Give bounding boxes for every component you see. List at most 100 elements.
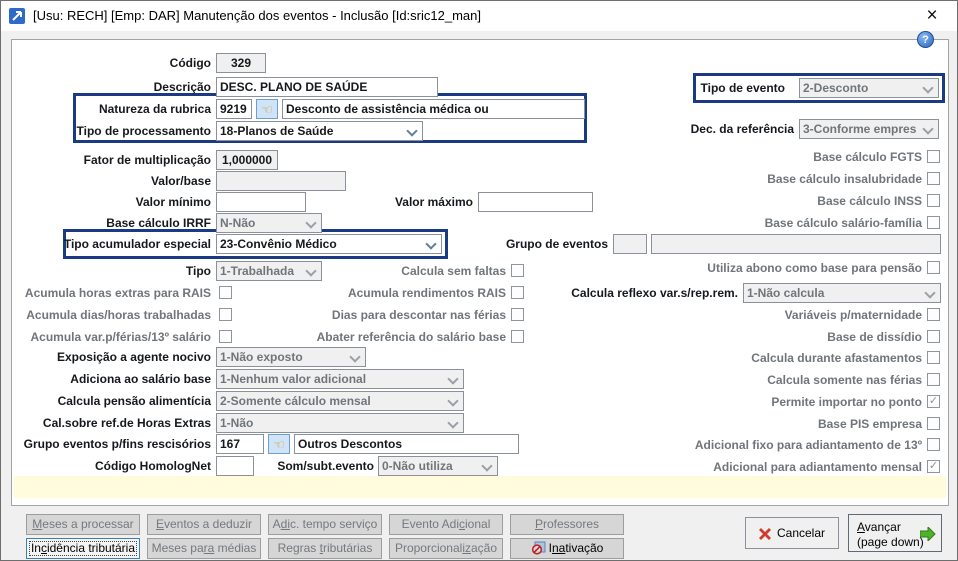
grupo-rescisorios-code-field[interactable]: 167: [216, 434, 264, 454]
chevron-down-icon: [305, 217, 317, 229]
tab-evento-adicional: Evento Adicional: [389, 514, 503, 535]
checkbox-utiliza-abono[interactable]: [927, 261, 940, 274]
checkbox-acumula-rend-rais[interactable]: [511, 286, 524, 299]
abater-referencia-label: Abater referência do salário base: [316, 330, 506, 344]
checkbox-base-pis[interactable]: [927, 417, 940, 430]
valor-minimo-field[interactable]: [216, 192, 306, 212]
cancel-button[interactable]: Cancelar: [745, 517, 839, 549]
checkbox-variaveis-maternidade[interactable]: [927, 308, 940, 321]
adicional-mensal-label: Adicional para adiantamento mensal: [713, 460, 922, 474]
base-irrf-label: Base cálculo IRRF: [106, 216, 211, 230]
grupo-rescisorios-description-field: Outros Descontos: [294, 434, 519, 454]
cancel-label: Cancelar: [776, 526, 826, 540]
title-bar: [Usu: RECH] [Emp: DAR] Manutenção dos ev…: [1, 1, 957, 31]
checkbox-base-inss[interactable]: [927, 194, 940, 207]
natureza-description-field: Desconto de assistência médica ou: [282, 99, 585, 119]
descricao-field[interactable]: DESC. PLANO DE SAÚDE: [216, 77, 438, 97]
checkbox-calcula-somente-ferias[interactable]: [927, 373, 940, 386]
tab-proporcionalizacao: Proporcionalização: [389, 538, 503, 559]
valor-minimo-label: Valor mínimo: [135, 195, 211, 209]
close-icon[interactable]: ×: [919, 3, 945, 29]
tab-eventos-a-deduzir: Eventos a deduzir: [147, 514, 261, 535]
note-strip: [14, 476, 946, 498]
advance-button[interactable]: Avançar (page down): [848, 514, 942, 552]
grupo-eventos-label: Grupo de eventos: [505, 237, 608, 251]
tab-regras-tributarias: Regras tributárias: [268, 538, 382, 559]
chevron-down-icon: [447, 373, 459, 385]
descricao-label: Descrição: [153, 80, 211, 94]
app-icon: [9, 8, 25, 24]
checkbox-base-fgts[interactable]: [927, 150, 940, 163]
tab-inativacao[interactable]: Inativação: [510, 538, 624, 559]
hand-icon: ☜: [273, 436, 285, 452]
checkbox-acumula-var-ferias[interactable]: [219, 330, 232, 343]
tipo-processamento-label: Tipo de processamento: [76, 124, 211, 138]
codigo-label: Código: [169, 56, 211, 70]
som-subt-select: 0-Não utiliza: [378, 456, 498, 476]
advance-arrow-icon: [920, 527, 936, 541]
checkbox-adicional-fixo-13[interactable]: [927, 438, 940, 451]
tab-professores: Professores: [510, 514, 624, 535]
utiliza-abono-label: Utiliza abono como base para pensão: [707, 261, 922, 275]
dias-descontar-label: Dias para descontar nas férias: [331, 308, 506, 322]
calcula-sem-faltas-label: Calcula sem faltas: [401, 264, 506, 278]
natureza-code-field[interactable]: 9219: [216, 99, 252, 119]
inactivation-icon: [531, 541, 546, 555]
checkbox-acumula-he-rais[interactable]: [219, 286, 232, 299]
exposicao-label: Exposição a agente nocivo: [56, 350, 211, 364]
natureza-label: Natureza da rubrica: [98, 102, 211, 116]
tipo-acumulador-select[interactable]: 23-Convênio Médico: [216, 234, 442, 254]
cal-horas-extras-select: 1-Não: [216, 413, 464, 433]
tipo-processamento-select[interactable]: 18-Planos de Saúde: [216, 121, 423, 141]
checkbox-acumula-dias[interactable]: [219, 308, 232, 321]
chevron-down-icon: [349, 351, 361, 363]
base-inss-label: Base cálculo INSS: [817, 194, 922, 208]
adiciona-salario-label: Adiciona ao salário base: [70, 372, 211, 386]
grupo-rescisorios-lookup-button[interactable]: ☜: [268, 434, 290, 454]
calcula-reflexo-label: Calcula reflexo var.s/rep.rem.: [571, 286, 738, 300]
fator-field: 1,000000: [216, 150, 278, 170]
cancel-x-icon: [759, 528, 771, 540]
variaveis-maternidade-label: Variáveis p/maternidade: [784, 308, 922, 322]
base-dissidio-label: Base de dissídio: [827, 330, 922, 344]
acumula-var-ferias-label: Acumula var.p/férias/13º salário: [30, 330, 211, 344]
checkbox-calcula-sem-faltas[interactable]: [511, 264, 524, 277]
chevron-down-icon: [922, 123, 934, 135]
checkbox-adicional-mensal[interactable]: [927, 460, 940, 473]
checkbox-base-dissidio[interactable]: [927, 330, 940, 343]
checkbox-base-salario-familia[interactable]: [927, 216, 940, 229]
checkbox-abater-referencia[interactable]: [511, 330, 524, 343]
natureza-lookup-button[interactable]: ☜: [256, 99, 278, 119]
base-salario-familia-label: Base cálculo salário-família: [764, 216, 922, 230]
window-title: [Usu: RECH] [Emp: DAR] Manutenção dos ev…: [33, 8, 481, 23]
help-icon[interactable]: ?: [917, 31, 934, 48]
hand-icon: ☜: [261, 101, 273, 117]
valor-base-field: [216, 171, 346, 191]
advance-label-line2: (page down): [857, 534, 924, 549]
pensao-select: 2-Somente cálculo mensal: [216, 391, 464, 411]
homolognet-label: Código HomologNet: [95, 459, 211, 473]
checkbox-calcula-afastamentos[interactable]: [927, 351, 940, 364]
tipo-acumulador-label: Tipo acumulador especial: [63, 237, 211, 251]
tipo-evento-label: Tipo de evento: [700, 81, 785, 95]
tab-incidencia-tributaria[interactable]: Incidência tributária: [26, 538, 140, 559]
acumula-he-rais-label: Acumula horas extras para RAIS: [24, 286, 211, 300]
permite-importar-label: Permite importar no ponto: [771, 395, 922, 409]
cal-horas-extras-label: Cal.sobre ref.de Horas Extras: [42, 416, 211, 430]
checkbox-base-insalubridade[interactable]: [927, 172, 940, 185]
chevron-down-icon: [447, 395, 459, 407]
advance-label-line1: Avançar: [857, 519, 901, 534]
tab-meses-a-processar: Meses a processar: [26, 514, 140, 535]
dec-referencia-label: Dec. da referência: [690, 122, 794, 136]
valor-base-label: Valor/base: [150, 174, 211, 188]
tab-adic-tempo-servico: Adic. tempo serviço: [268, 514, 382, 535]
adicional-fixo-13-label: Adicional fixo para adiantamento de 13º: [694, 438, 922, 452]
calcula-afastamentos-label: Calcula durante afastamentos: [751, 351, 922, 365]
base-pis-label: Base PIS empresa: [817, 417, 922, 431]
checkbox-dias-descontar[interactable]: [511, 308, 524, 321]
chevron-down-icon: [922, 82, 934, 94]
adiciona-salario-select: 1-Nenhum valor adicional: [216, 369, 464, 389]
exposicao-select: 1-Não exposto: [216, 347, 366, 367]
checkbox-permite-importar[interactable]: [927, 395, 940, 408]
chevron-down-icon: [924, 287, 936, 299]
